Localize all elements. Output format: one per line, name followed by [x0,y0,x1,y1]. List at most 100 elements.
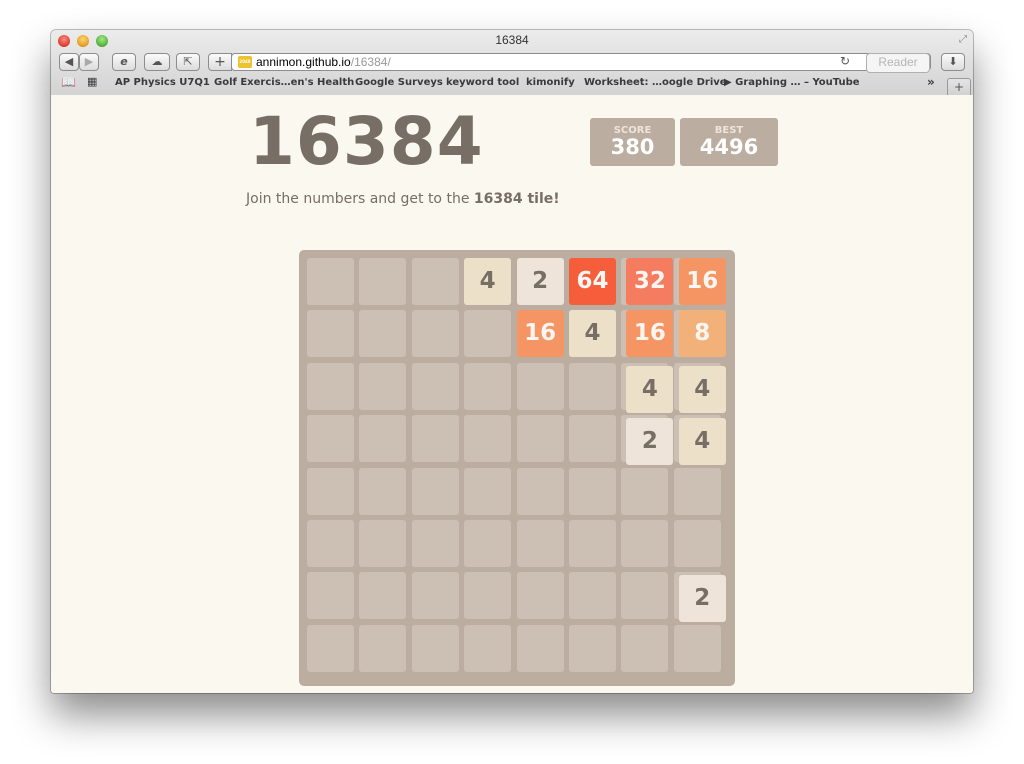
download-icon: ⬇ [948,55,958,68]
grid-cell [307,362,354,410]
forward-arrow-icon: ▶ [84,55,94,68]
grid-cell [569,624,616,672]
tile-64: 64 [569,258,616,305]
grid-cell [516,415,564,463]
grid-cell [411,624,459,672]
title-bar: 16384 ⤢ [51,30,973,50]
grid-cell [411,520,459,567]
grid-cell [359,415,407,463]
tile-2: 2 [626,418,674,466]
tile-2: 2 [516,258,564,305]
bookmarks-overflow-icon[interactable]: » [927,75,935,89]
grid-cell [411,572,459,620]
add-bookmark-button[interactable]: + [208,53,232,71]
icloud-button[interactable]: ☁ [144,53,170,71]
grid-cell [464,520,512,567]
grid-cell [411,258,459,305]
cloud-icon: ☁ [151,55,163,68]
tile-16: 16 [516,310,564,358]
grid-cell [673,624,721,672]
grid-cell [359,624,407,672]
grid-cell [307,310,354,358]
favicon: 2048 [238,56,252,68]
tile-2: 2 [678,575,726,623]
reading-list-icon[interactable]: 📖 [61,75,76,89]
grid-cell [516,362,564,410]
plus-icon: + [214,54,226,70]
grid-cell [516,572,564,620]
bookmark-item[interactable]: keyword tool [446,77,519,88]
grid-cell [673,520,721,567]
grid-cell [516,624,564,672]
tile-4: 4 [678,418,726,466]
grid-cell [411,467,459,515]
grid-cell [411,310,459,358]
new-tab-button[interactable]: + [947,78,971,96]
browser-chrome: 16384 ⤢ ◀ ▶ e ☁ ⇱ + 2048 annimon.github.… [51,30,973,96]
fullscreen-icon[interactable]: ⤢ [959,34,967,45]
grid-cell [621,520,669,567]
best-value: 4496 [699,135,759,159]
grid-cell [464,310,512,358]
grid-cell [464,572,512,620]
grid-cell [307,624,354,672]
back-button[interactable]: ◀ [59,53,79,71]
grid-cell [307,258,354,305]
grid-cell [359,310,407,358]
grid-cell [307,520,354,567]
grid-cell [569,572,616,620]
ie-button[interactable]: e [112,53,136,71]
grid-cell [359,467,407,515]
tile-8: 8 [678,310,726,358]
grid-cell [307,467,354,515]
grid-cell [569,467,616,515]
address-bar[interactable]: 2048 annimon.github.io/16384/ ↻ Reader [231,53,931,73]
toolbar: ◀ ▶ e ☁ ⇱ + 2048 annimon.github.io/16384… [51,51,973,73]
grid-cell [411,362,459,410]
grid-cell [673,467,721,515]
grid-cell [411,415,459,463]
url-path: /16384/ [350,55,391,69]
bookmark-item[interactable]: Worksheet: …oogle Drive [584,77,727,88]
game-intro: Join the numbers and get to the 16384 ti… [246,191,560,207]
bookmarks-bar: 📖 ▦ AP Physics U7Q1 Golf Exercis…en's He… [51,74,973,94]
grid-cell [621,572,669,620]
bookmark-item[interactable]: Google Surveys [355,77,443,88]
grid-cell [359,362,407,410]
tile-16: 16 [678,258,726,305]
tile-16: 16 [626,310,674,358]
score-box: SCORE 380 [590,118,675,166]
grid-cell [516,520,564,567]
grid-cell [516,467,564,515]
url-text[interactable]: annimon.github.io/16384/ [256,55,391,69]
forward-button[interactable]: ▶ [79,53,99,71]
browser-window: 16384 ⤢ ◀ ▶ e ☁ ⇱ + 2048 annimon.github.… [51,30,973,693]
share-button[interactable]: ⇱ [176,53,200,71]
share-icon: ⇱ [183,55,193,68]
bookmark-item[interactable]: kimonify [526,77,575,88]
bookmark-item[interactable]: ▶ Graphing … – YouTube [724,77,860,88]
grid-cell [569,362,616,410]
game-board[interactable]: 4 2 64 32 16 16 4 16 8 4 4 2 4 2 [299,250,735,686]
back-arrow-icon: ◀ [64,55,74,68]
reload-icon[interactable]: ↻ [840,54,850,68]
grid-cell [359,520,407,567]
bookmark-item[interactable]: AP Physics U7Q1 [115,77,210,88]
grid-cell [621,467,669,515]
grid-cell [464,624,512,672]
tile-4: 4 [626,365,674,413]
grid-cell [464,415,512,463]
window-title: 16384 [495,33,529,47]
intro-goal: 16384 tile! [473,191,560,207]
intro-text: Join the numbers and get to the [246,191,474,207]
bookmark-item[interactable]: Golf Exercis…en's Health [214,77,354,88]
page-content: 16384 SCORE 380 BEST 4496 Join the numbe… [51,95,973,693]
ie-icon: e [120,55,128,68]
tile-4: 4 [464,258,512,305]
downloads-button[interactable]: ⬇ [941,53,965,71]
best-box: BEST 4496 [680,118,778,166]
grid-cell [307,572,354,620]
top-sites-icon[interactable]: ▦ [87,75,97,88]
reader-button[interactable]: Reader [866,53,930,73]
url-host: annimon.github.io [256,55,351,69]
